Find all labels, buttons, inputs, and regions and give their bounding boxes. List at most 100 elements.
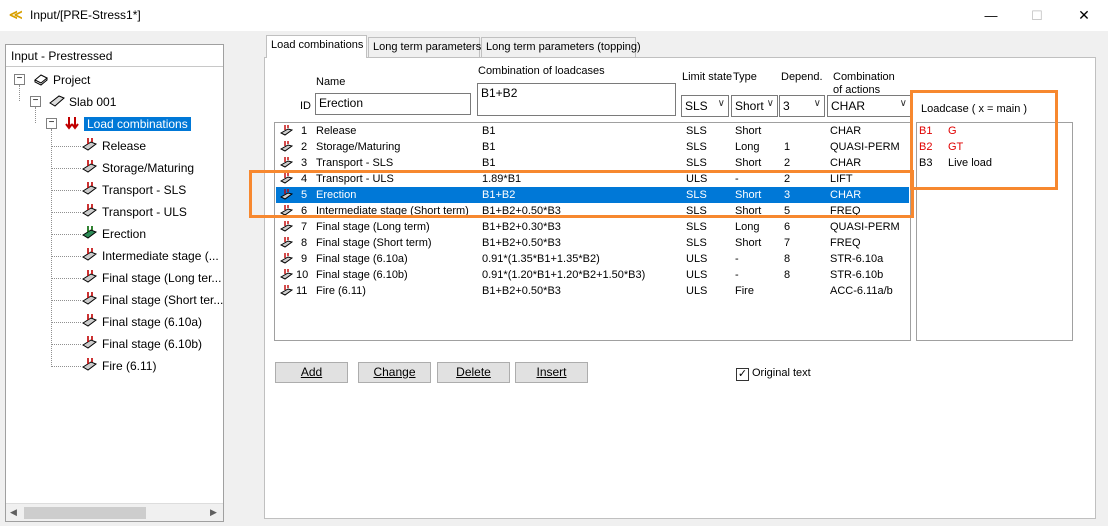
coa-label-line1: Combination: [833, 71, 895, 83]
tree-label: Intermediate stage (...: [102, 249, 219, 263]
list-item[interactable]: 3 Transport - SLS B1 SLS Short 2 CHAR: [276, 155, 909, 171]
tree-item-release[interactable]: Release: [82, 136, 146, 156]
tree-label-load-combinations: Load combinations: [84, 117, 191, 131]
chevron-down-icon: ∨: [813, 98, 821, 109]
type-select[interactable]: Short ∨: [731, 95, 778, 117]
highlight-box-loadcases: [910, 90, 1058, 190]
change-button[interactable]: Change: [358, 362, 431, 383]
limit-state-value: SLS: [685, 99, 708, 113]
tree-item-load-combinations[interactable]: Load combinations: [64, 114, 191, 134]
slab-load-icon: [82, 138, 98, 151]
combination-label: Combination of loadcases: [478, 65, 605, 77]
tree-label: Final stage (Short ter...: [102, 293, 224, 307]
maximize-button[interactable]: ☐: [1014, 0, 1060, 31]
collapse-toggle-slab[interactable]: −: [30, 96, 41, 107]
tree-item-final-stage-610a[interactable]: Final stage (6.10a): [82, 312, 202, 332]
name-input[interactable]: Erection: [315, 93, 471, 115]
name-label: Name: [316, 76, 346, 88]
slab-load-icon: [82, 314, 98, 327]
list-item[interactable]: 1 Release B1 SLS Short CHAR: [276, 123, 909, 139]
tree-label-slab: Slab 001: [69, 95, 117, 109]
slab-load-icon: [280, 141, 293, 152]
slab-load-icon: [82, 204, 98, 217]
tree-item-storage-maturing[interactable]: Storage/Maturing: [82, 158, 194, 178]
tree-item-final-stage-short[interactable]: Final stage (Short ter...: [82, 290, 223, 310]
window-title: Input/[PRE-Stress1*]: [30, 8, 141, 22]
list-item[interactable]: 8 Final stage (Short term) B1+B2+0.50*B3 SL…: [276, 235, 909, 251]
type-value: Short: [735, 99, 764, 113]
tree-label: Storage/Maturing: [102, 161, 195, 175]
depend-select[interactable]: 3 ∨: [779, 95, 825, 117]
scroll-left-icon[interactable]: ◀: [10, 507, 17, 518]
tree-item-final-stage-long[interactable]: Final stage (Long ter...: [82, 268, 221, 288]
coa-value: CHAR: [831, 99, 866, 113]
coa-select[interactable]: CHAR ∨: [827, 95, 911, 117]
app-icon: ≪: [9, 7, 23, 22]
depend-label: Depend.: [781, 71, 823, 83]
tree-label-project: Project: [53, 73, 91, 87]
tree-item-fire[interactable]: Fire (6.11): [82, 356, 156, 376]
tree-label: Release: [102, 139, 147, 153]
minimize-button[interactable]: —: [968, 0, 1014, 31]
delete-button[interactable]: Delete: [437, 362, 510, 383]
tab-load-combinations[interactable]: Load combinations: [266, 35, 367, 58]
slab-load-icon: [280, 253, 293, 264]
close-button[interactable]: ✕: [1061, 0, 1107, 31]
scrollbar-thumb[interactable]: [24, 507, 146, 519]
slab-load-icon: [280, 285, 293, 296]
chevron-down-icon: ∨: [717, 98, 725, 109]
title-bar: ≪ Input/[PRE-Stress1*] — ☐ ✕: [0, 0, 1108, 31]
load-arrows-icon: [65, 117, 79, 130]
tree-item-final-stage-610b[interactable]: Final stage (6.10b): [82, 334, 202, 354]
limit-state-select[interactable]: SLS ∨: [681, 95, 729, 117]
tree-item-transport-uls[interactable]: Transport - ULS: [82, 202, 187, 222]
tree-label: Transport - SLS: [102, 183, 187, 197]
tree-item-transport-sls[interactable]: Transport - SLS: [82, 180, 186, 200]
slab-icon: [49, 95, 65, 107]
list-item[interactable]: 10 Final stage (6.10b) 0.91*(1.20*B1+1.20*…: [276, 267, 909, 283]
horizontal-scrollbar[interactable]: ◀ ▶: [6, 503, 223, 521]
tree-label: Erection: [102, 227, 147, 241]
chevron-down-icon: ∨: [899, 98, 907, 109]
chevron-down-icon: ∨: [766, 98, 774, 109]
slab-erection-icon: [82, 226, 98, 239]
list-item[interactable]: 7 Final stage (Long term) B1+B2+0.30*B3 SLS…: [276, 219, 909, 235]
project-icon: [34, 74, 48, 86]
list-item[interactable]: 9 Final stage (6.10a) 0.91*(1.35*B1+1.35*B…: [276, 251, 909, 267]
original-text-checkbox[interactable]: ✓: [736, 368, 749, 381]
combination-input[interactable]: B1+B2: [477, 83, 676, 116]
collapse-toggle-project[interactable]: −: [14, 74, 25, 85]
slab-load-icon: [280, 269, 293, 280]
original-text-label: Original text: [752, 367, 811, 379]
slab-load-icon: [82, 336, 98, 349]
tree-label: Transport - ULS: [102, 205, 187, 219]
list-item[interactable]: 2 Storage/Maturing B1 SLS Long 1 QUASI-PERM: [276, 139, 909, 155]
slab-load-icon: [82, 358, 98, 371]
list-item[interactable]: 11 Fire (6.11) B1+B2+0.50*B3 ULS Fire ACC-6.1…: [276, 283, 909, 299]
scroll-right-icon[interactable]: ▶: [210, 507, 217, 518]
tree-item-slab[interactable]: Slab 001: [49, 92, 116, 112]
slab-load-icon: [280, 221, 293, 232]
tab-long-term-parameters[interactable]: Long term parameters: [368, 37, 481, 57]
slab-load-icon: [82, 292, 98, 305]
tree-label: Fire (6.11): [102, 359, 157, 373]
tree-label: Final stage (6.10b): [102, 337, 203, 351]
tree-header: Input - Prestressed: [6, 45, 223, 67]
tree-label: Final stage (Long ter...: [102, 271, 222, 285]
tree-label: Final stage (6.10a): [102, 315, 203, 329]
tree-item-intermediate-stage[interactable]: Intermediate stage (...: [82, 246, 219, 266]
tree-item-project[interactable]: Project: [33, 70, 90, 90]
collapse-toggle-load-combinations[interactable]: −: [46, 118, 57, 129]
add-button[interactable]: Add: [275, 362, 348, 383]
slab-load-icon: [280, 125, 293, 136]
depend-value: 3: [783, 99, 790, 113]
slab-load-icon: [82, 182, 98, 195]
load-combination-list[interactable]: 1 Release B1 SLS Short CHAR 2 Storage/Maturing…: [274, 122, 911, 341]
input-tree-panel: Input - Prestressed − Project − Slab 001…: [5, 44, 224, 522]
tab-long-term-parameters-topping[interactable]: Long term parameters (topping): [481, 37, 641, 57]
slab-load-icon: [280, 157, 293, 168]
highlight-box-rows: [249, 170, 914, 218]
tree-item-erection[interactable]: Erection: [82, 224, 146, 244]
insert-button[interactable]: Insert: [515, 362, 588, 383]
slab-load-icon: [280, 237, 293, 248]
